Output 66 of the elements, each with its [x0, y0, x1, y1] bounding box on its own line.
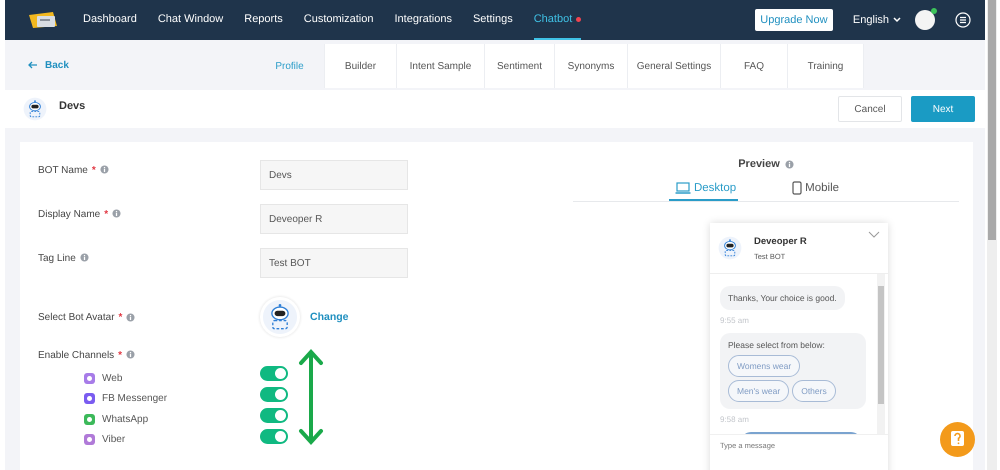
message-time: 9:55 am [720, 316, 750, 325]
channel-name: FB Messenger [102, 393, 168, 404]
preview-tab[interactable]: Mobile [786, 177, 842, 201]
bot-message: Thanks, Your choice is good. [720, 286, 845, 310]
info-icon[interactable] [784, 160, 794, 168]
info-icon[interactable] [112, 209, 122, 218]
text-field[interactable]: Devs [260, 160, 408, 190]
toggle-switch[interactable] [260, 387, 288, 402]
message-text: Please select from below: [728, 340, 826, 350]
required-marker: * [104, 209, 108, 220]
tab[interactable]: Training [788, 44, 864, 88]
change-link[interactable]: Change [310, 311, 349, 323]
field-label: Tag Line [38, 253, 76, 264]
required-marker: * [92, 165, 96, 176]
channel-name: Viber [102, 434, 126, 446]
required-marker: * [118, 312, 122, 322]
double-arrow-icon [296, 347, 326, 447]
info-icon[interactable] [100, 165, 109, 174]
required-marker: * [118, 350, 122, 361]
robot-avatar-icon [23, 97, 47, 121]
bot-avatar-icon [718, 236, 742, 260]
preview-title: Preview [738, 158, 780, 170]
chat-bot-name: Deveoper R [754, 236, 807, 246]
channel-name: WhatsApp [102, 414, 148, 425]
info-icon[interactable] [126, 312, 136, 322]
text-field[interactable]: Deveoper R [260, 204, 408, 234]
nav-link[interactable]: Reports [244, 0, 283, 40]
channel-name: Web [102, 372, 122, 384]
collapse-chevron-icon[interactable] [868, 231, 880, 238]
menu-icon[interactable] [955, 12, 971, 28]
field-label: Select Bot Avatar [38, 312, 115, 322]
help-button[interactable] [940, 422, 975, 457]
nav-link[interactable]: Settings [472, 0, 513, 40]
nav-link[interactable]: Customization [304, 0, 374, 40]
chat-scrollbar[interactable] [877, 274, 885, 434]
info-icon[interactable] [80, 253, 89, 262]
cancel-button[interactable]: Cancel [838, 96, 902, 122]
tab[interactable]: Sentiment [485, 44, 555, 88]
nav-link[interactable]: Integrations [394, 0, 452, 40]
field-label: BOT Name [38, 165, 88, 176]
tab[interactable]: Builder [325, 44, 397, 88]
text-field[interactable]: Test BOT [260, 248, 408, 278]
toggle-switch[interactable] [260, 408, 288, 423]
toggle-switch[interactable] [260, 366, 288, 381]
message-time: 9:58 am [720, 415, 750, 424]
bot-title: Devs [59, 100, 86, 112]
phone-icon [792, 181, 802, 195]
field-label: Display Name [38, 209, 100, 220]
info-icon[interactable] [126, 350, 136, 359]
tab[interactable]: Synonyms [555, 44, 628, 88]
tab[interactable]: FAQ [721, 44, 788, 88]
back-label: Back [45, 60, 69, 70]
user-avatar[interactable] [915, 10, 935, 30]
laptop-icon [674, 182, 691, 194]
back-arrow-icon[interactable] [28, 61, 38, 69]
language-selector[interactable]: English [852, 14, 889, 26]
tab[interactable]: Intent Sample [397, 44, 485, 88]
field-label: Enable Channels [38, 350, 114, 361]
toggle-switch[interactable] [260, 429, 288, 444]
robot-avatar-icon[interactable] [262, 299, 298, 335]
chevron-down-icon[interactable] [893, 17, 901, 23]
tab[interactable]: General Settings [628, 44, 721, 88]
upgrade-button[interactable]: Upgrade Now [754, 9, 833, 31]
nav-link[interactable]: Dashboard [83, 0, 137, 40]
nav-link[interactable]: Chat Window [158, 0, 224, 40]
scrollbar-thumb[interactable] [988, 0, 996, 240]
